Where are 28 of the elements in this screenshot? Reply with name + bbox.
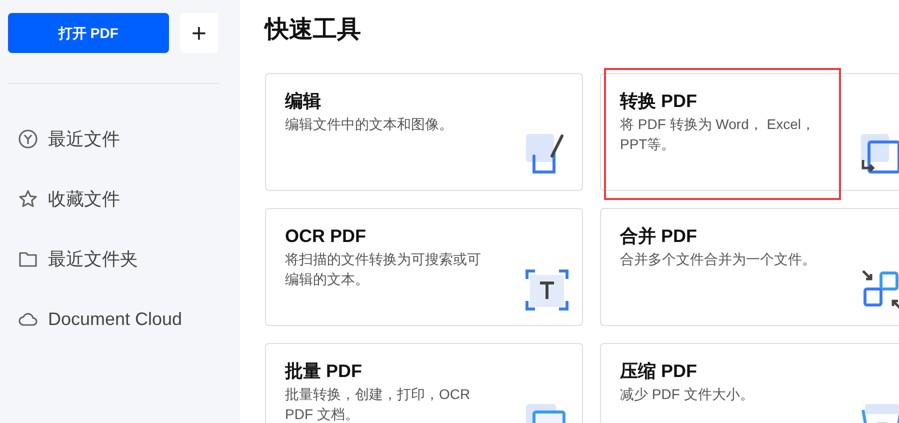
open-pdf-button[interactable]: 打开 PDF — [8, 13, 169, 53]
folder-icon — [18, 249, 38, 269]
tool-card[interactable]: 批量 PDF 批量转换，创建，打印，OCR PDF 文档。 — [265, 343, 583, 423]
tool-card[interactable]: 编辑 编辑文件中的文本和图像。 — [265, 73, 583, 191]
page-title: 快速工具 — [265, 15, 362, 45]
sidebar-item[interactable]: Document Cloud — [8, 289, 232, 349]
tool-description: 合并多个文件合并为一个文件。 — [620, 250, 817, 269]
tool-title: 转换 PDF — [620, 90, 698, 113]
tool-description: 将 PDF 转换为 Word， Excel， PPT等。 — [620, 115, 816, 154]
text-scan-icon — [524, 267, 570, 313]
star-icon — [18, 189, 38, 209]
tool-title: 压缩 PDF — [620, 360, 698, 383]
tool-description: 减少 PDF 文件大小。 — [620, 385, 755, 404]
tool-card[interactable]: 合并 PDF 合并多个文件合并为一个文件。 — [600, 208, 899, 326]
tool-description: 编辑文件中的文本和图像。 — [285, 115, 454, 134]
tool-title: 批量 PDF — [285, 360, 364, 383]
sidebar-item[interactable]: 最近文件 — [8, 109, 232, 169]
tool-card[interactable]: 压缩 PDF 减少 PDF 文件大小。 — [600, 343, 899, 423]
sidebar-item[interactable]: 最近文件夹 — [8, 229, 232, 289]
tool-title: 合并 PDF — [620, 225, 698, 248]
add-button[interactable]: + — [180, 13, 218, 53]
tool-card[interactable]: 转换 PDF 将 PDF 转换为 Word， Excel， PPT等。 — [600, 73, 899, 191]
sidebar-item[interactable]: 收藏文件 — [8, 169, 232, 229]
tool-title: OCR PDF — [285, 225, 367, 248]
tool-title: 编辑 — [285, 90, 322, 113]
tool-card[interactable]: OCR PDF 将扫描的文件转换为可搜索或可编辑的文本。 — [265, 208, 583, 326]
tool-description: 批量转换，创建，打印，OCR PDF 文档。 — [285, 385, 472, 423]
tool-description: 将扫描的文件转换为可搜索或可编辑的文本。 — [285, 250, 482, 289]
